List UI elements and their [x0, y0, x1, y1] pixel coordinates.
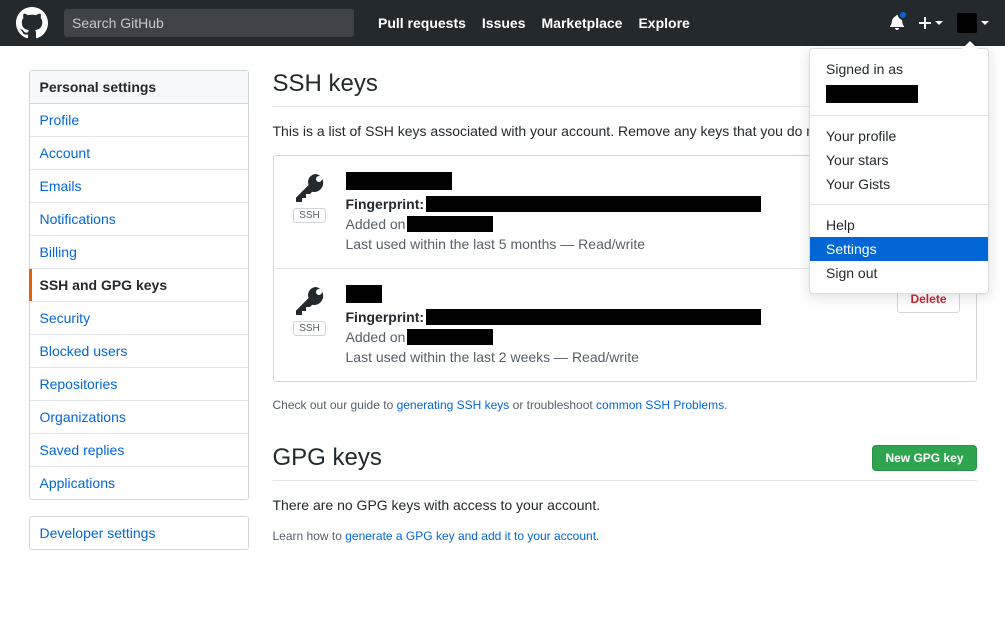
user-menu-dropdown[interactable]: [957, 13, 989, 33]
sidebar-item-repositories[interactable]: Repositories: [30, 368, 248, 401]
username-redacted: [826, 85, 918, 103]
sidebar-header: Personal settings: [30, 71, 248, 104]
generating-ssh-keys-link[interactable]: generating SSH keys: [397, 398, 510, 412]
sidebar-item-billing[interactable]: Billing: [30, 236, 248, 269]
gpg-empty-message: There are no GPG keys with access to you…: [273, 497, 977, 513]
dd-your-gists[interactable]: Your Gists: [810, 172, 988, 196]
gpg-help-text: Learn how to generate a GPG key and add …: [273, 529, 977, 543]
nav-pull-requests[interactable]: Pull requests: [370, 15, 474, 31]
signed-in-as-label: Signed in as: [810, 57, 988, 81]
last-used-text: Last used within the last 2 weeks — Read…: [346, 349, 882, 365]
sidebar-item-organizations[interactable]: Organizations: [30, 401, 248, 434]
key-name-redacted: [346, 285, 382, 303]
added-on-label: Added on: [346, 329, 406, 345]
dd-your-profile[interactable]: Your profile: [810, 124, 988, 148]
sidebar-item-security[interactable]: Security: [30, 302, 248, 335]
sidebar-item-emails[interactable]: Emails: [30, 170, 248, 203]
sidebar-item-ssh-gpg-keys[interactable]: SSH and GPG keys: [30, 269, 248, 302]
dd-help[interactable]: Help: [810, 213, 988, 237]
ssh-badge: SSH: [293, 208, 326, 223]
search-input[interactable]: [64, 9, 354, 37]
sidebar-item-profile[interactable]: Profile: [30, 104, 248, 137]
added-on-label: Added on: [346, 216, 406, 232]
dd-settings[interactable]: Settings: [810, 237, 988, 261]
sidebar-item-account[interactable]: Account: [30, 137, 248, 170]
generate-gpg-key-link[interactable]: generate a GPG key and add it to your ac…: [345, 529, 596, 543]
primary-nav: Pull requests Issues Marketplace Explore: [370, 15, 698, 31]
key-name-redacted: [346, 172, 452, 190]
nav-marketplace[interactable]: Marketplace: [534, 15, 631, 31]
fingerprint-label: Fingerprint:: [346, 309, 425, 325]
new-gpg-key-button[interactable]: New GPG key: [872, 445, 976, 471]
key-icon: [294, 172, 326, 204]
sidebar-item-blocked-users[interactable]: Blocked users: [30, 335, 248, 368]
dd-your-stars[interactable]: Your stars: [810, 148, 988, 172]
settings-sidebar: Personal settings Profile Account Emails…: [29, 70, 249, 575]
ssh-badge: SSH: [293, 321, 326, 336]
key-icon: [294, 285, 326, 317]
dd-sign-out[interactable]: Sign out: [810, 261, 988, 285]
global-header: Pull requests Issues Marketplace Explore: [0, 0, 1005, 46]
create-new-dropdown[interactable]: [919, 15, 943, 31]
notifications-icon[interactable]: [889, 14, 905, 33]
ssh-help-text: Check out our guide to generating SSH ke…: [273, 398, 977, 412]
sidebar-item-saved-replies[interactable]: Saved replies: [30, 434, 248, 467]
header-right: [889, 13, 989, 33]
sidebar-item-applications[interactable]: Applications: [30, 467, 248, 499]
nav-explore[interactable]: Explore: [630, 15, 697, 31]
notification-indicator: [898, 10, 908, 20]
sidebar-item-notifications[interactable]: Notifications: [30, 203, 248, 236]
added-date-redacted: [407, 216, 493, 232]
sidebar-item-developer-settings[interactable]: Developer settings: [30, 517, 248, 549]
nav-issues[interactable]: Issues: [474, 15, 534, 31]
fingerprint-label: Fingerprint:: [346, 196, 425, 212]
github-logo-icon[interactable]: [16, 7, 48, 39]
avatar: [957, 13, 977, 33]
common-ssh-problems-link[interactable]: common SSH Problems: [596, 398, 724, 412]
added-date-redacted: [407, 329, 493, 345]
fingerprint-redacted: [426, 196, 761, 212]
fingerprint-redacted: [426, 309, 761, 325]
user-dropdown-menu: Signed in as Your profile Your stars You…: [809, 48, 989, 294]
gpg-keys-title: GPG keys New GPG key: [273, 444, 977, 481]
